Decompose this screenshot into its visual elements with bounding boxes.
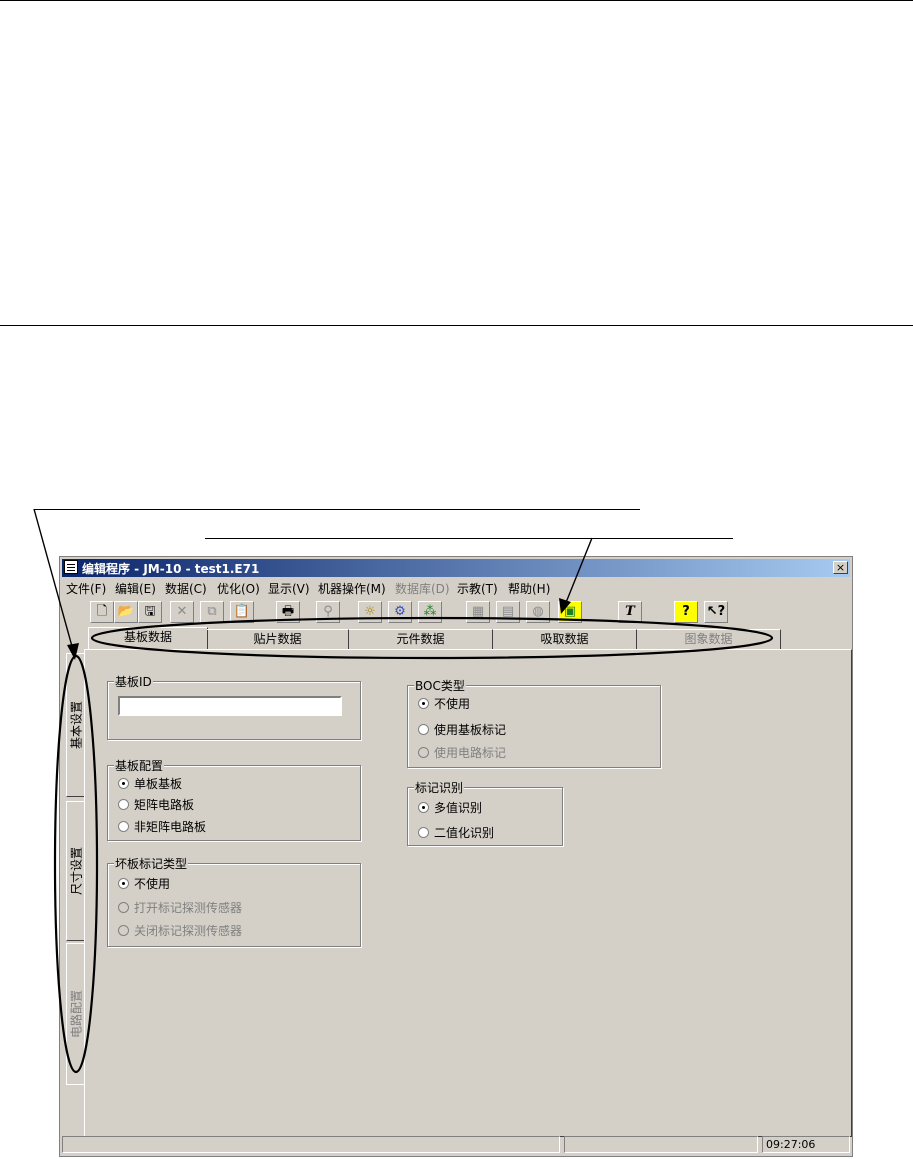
annotation-overlay xyxy=(33,508,774,1074)
tabs-highlight-ellipse xyxy=(90,616,774,660)
side-tabs-highlight-ellipse xyxy=(53,654,99,1074)
arrow-line-right xyxy=(564,537,593,606)
arrow-head-right xyxy=(559,598,571,614)
arrow-line-left xyxy=(33,508,74,651)
